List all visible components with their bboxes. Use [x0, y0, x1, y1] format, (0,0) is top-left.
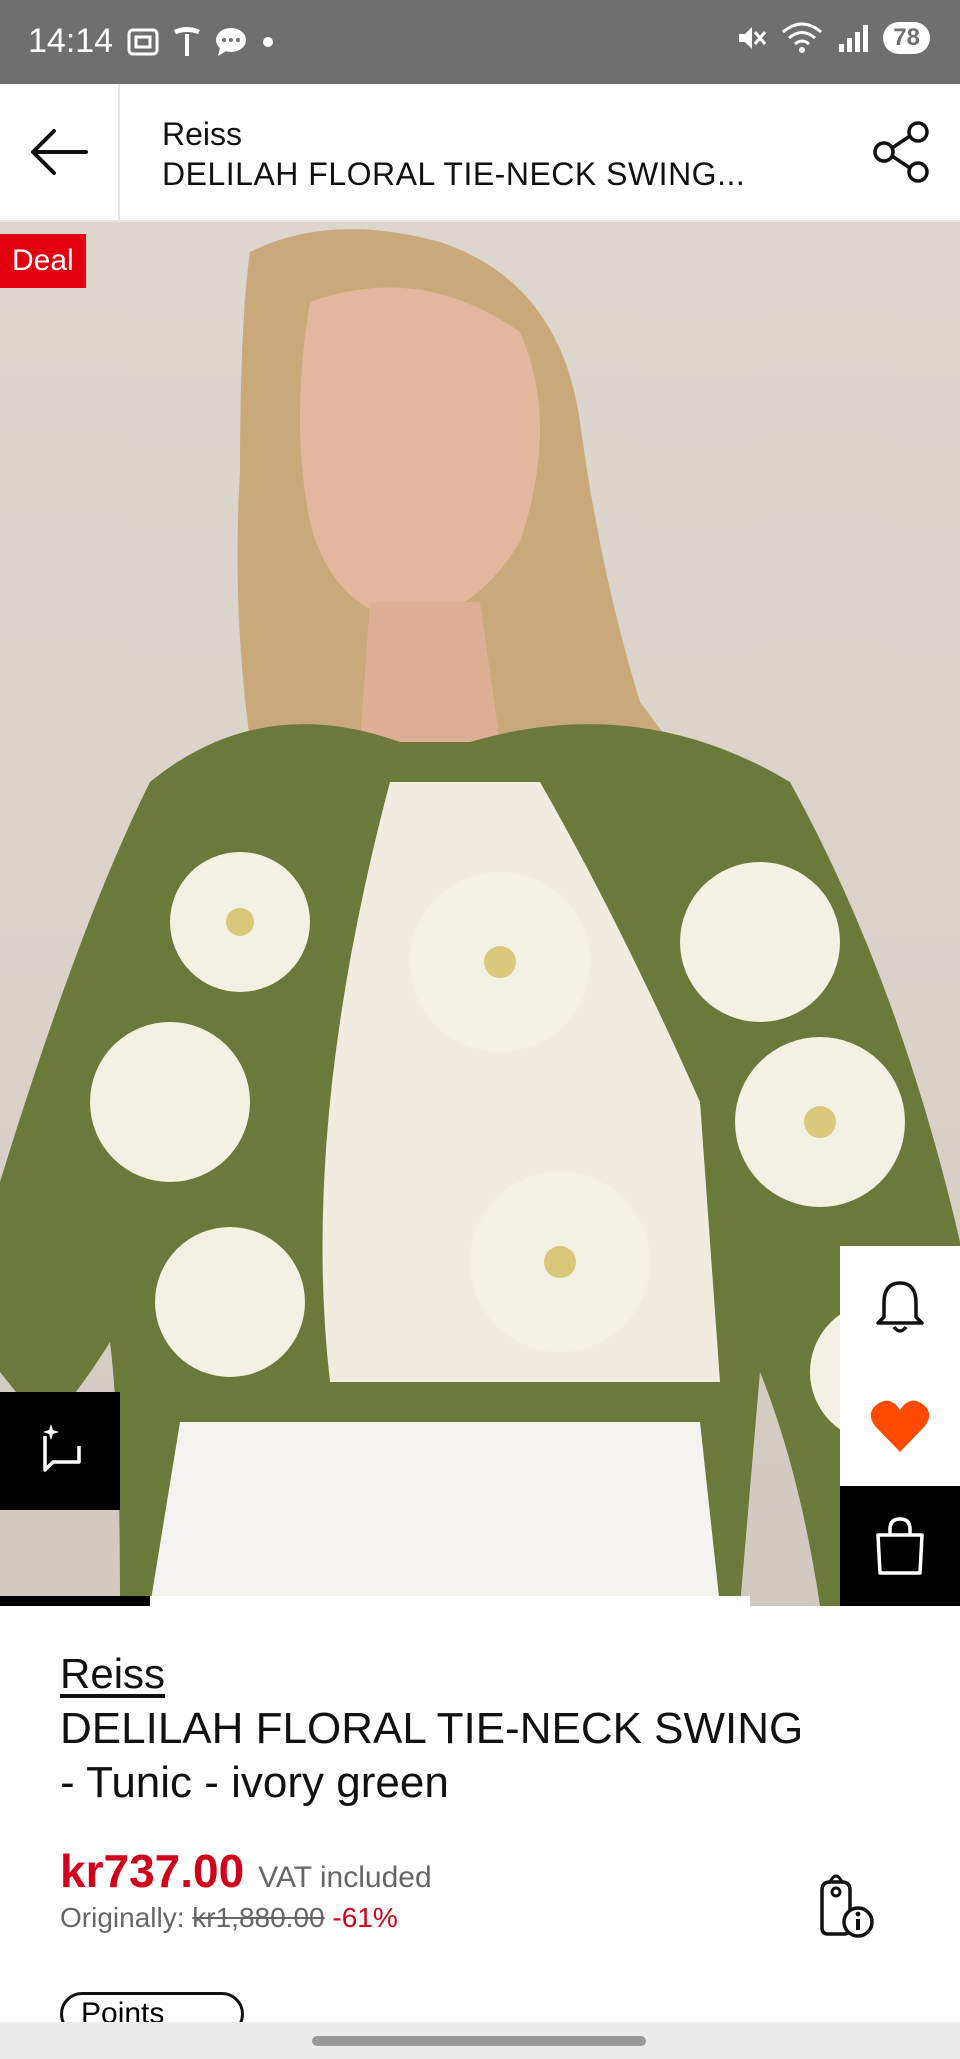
brand-link[interactable]: Reiss — [60, 1650, 165, 1698]
status-bar: 14:14 78 — [0, 0, 960, 84]
price-row: kr737.00 VAT included — [60, 1844, 920, 1898]
originally-label: Originally: — [60, 1902, 185, 1933]
side-actions — [840, 1246, 960, 1606]
tesla-icon — [174, 27, 200, 56]
app-bar-product-title: DELILAH FLORAL TIE-NECK SWING... — [162, 156, 746, 192]
share-button[interactable] — [870, 120, 934, 184]
deal-badge: Deal — [0, 234, 86, 288]
chat-icon — [216, 28, 246, 56]
mute-icon — [739, 27, 767, 49]
price-tag-info-icon — [820, 1874, 874, 1938]
original-price: kr1,880.00 — [192, 1902, 325, 1933]
screenshot-icon — [127, 28, 159, 56]
system-nav-bar — [0, 2022, 960, 2059]
app-bar: Reiss DELILAH FLORAL TIE-NECK SWING... — [0, 84, 960, 222]
battery-indicator: 78 — [883, 22, 930, 54]
gallery-progress — [0, 1596, 750, 1606]
share-icon — [873, 121, 929, 183]
status-time: 14:14 — [28, 22, 114, 60]
app-bar-title: Reiss DELILAH FLORAL TIE-NECK SWING... — [162, 114, 842, 194]
wishlist-button[interactable] — [840, 1366, 960, 1486]
vat-note: VAT included — [258, 1861, 432, 1894]
product-image-gallery[interactable]: Deal — [0, 222, 960, 1606]
dot-icon — [263, 37, 273, 47]
bell-icon — [876, 1281, 924, 1333]
product-name: DELILAH FLORAL TIE-NECK SWING - Tunic - … — [60, 1704, 804, 1807]
price-alert-button[interactable] — [840, 1246, 960, 1366]
shopping-bag-icon — [876, 1517, 924, 1575]
status-notification-icons — [126, 26, 276, 58]
heart-icon — [870, 1400, 930, 1452]
discount-percent: -61% — [332, 1902, 398, 1933]
original-price-row: Originally: kr1,880.00 -61% — [60, 1902, 920, 1934]
signal-icon — [839, 25, 869, 52]
home-gesture-handle[interactable] — [312, 2036, 646, 2046]
product-details: Reiss DELILAH FLORAL TIE-NECK SWING - Tu… — [60, 1650, 920, 1938]
app-bar-brand: Reiss — [162, 116, 243, 152]
current-price: kr737.00 — [60, 1845, 245, 1897]
add-to-bag-button[interactable] — [840, 1486, 960, 1606]
back-button[interactable] — [0, 84, 120, 220]
sparkle-chat-icon — [43, 1424, 81, 1472]
product-photo — [0, 229, 960, 1606]
arrow-left-icon — [31, 129, 88, 175]
wifi-icon — [782, 22, 823, 53]
ai-assistant-button[interactable] — [0, 1392, 120, 1510]
status-system-icons: 78 — [735, 22, 930, 54]
gallery-progress-fill — [0, 1596, 150, 1606]
price-info-button[interactable] — [808, 1870, 878, 1940]
